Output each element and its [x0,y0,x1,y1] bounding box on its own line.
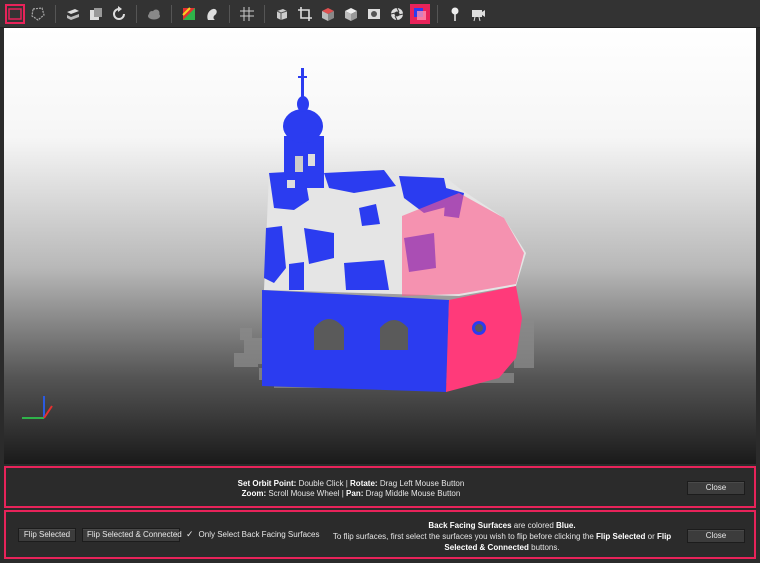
shade-icon[interactable] [341,4,361,24]
front-wall [262,290,449,392]
navigation-hint-panel: Set Orbit Point: Double Click | Rotate: … [4,466,756,508]
toolbar-separator [264,4,265,23]
rotate-icon[interactable] [109,4,129,24]
crop-icon[interactable] [295,4,315,24]
aperture-icon[interactable] [387,4,407,24]
grid-icon[interactable] [237,4,257,24]
toolbar-separator [171,4,172,23]
church-model [22,68,534,419]
toolbar-separator [229,4,230,23]
cube-icon[interactable] [272,4,292,24]
layers-icon[interactable] [63,4,83,24]
spire [301,68,304,98]
back-facing-checkbox[interactable]: ✓ Only Select Back Facing Surfaces [186,529,320,540]
toolbar-separator [437,4,438,23]
toolbar [0,0,760,28]
axis-gizmo [22,396,53,419]
toolbar-separator [55,4,56,23]
lasso-select-icon[interactable] [28,4,48,24]
flip-selected-connected-button[interactable]: Flip Selected & Connected [82,528,182,542]
rect-select-icon[interactable] [5,3,25,24]
flip-normals-icon[interactable] [410,3,430,24]
copy-icon[interactable] [86,4,106,24]
flip-selected-button[interactable]: Flip Selected [18,528,76,542]
navigation-hint: Set Orbit Point: Double Click | Rotate: … [237,479,465,498]
window-left [314,319,344,350]
photo-icon[interactable] [364,4,384,24]
close-hint-button[interactable]: Close [687,481,745,495]
checkmark-icon: ✓ [186,529,194,539]
close-flip-button[interactable]: Close [687,529,745,543]
pin-icon[interactable] [445,4,465,24]
3d-viewport[interactable] [4,28,756,464]
orbit-label: Set Orbit Point: [237,479,297,488]
color-icon[interactable] [179,4,199,24]
texture-icon[interactable] [318,4,338,24]
flip-surfaces-panel: Flip Selected Flip Selected & Connected … [4,510,756,559]
window-right [380,320,408,350]
squirrel-icon[interactable] [202,4,222,24]
camera-icon[interactable] [468,4,488,24]
cloud-icon[interactable] [144,4,164,24]
onion-dome [283,109,323,143]
toolbar-separator [136,4,137,23]
flip-instructions: Back Facing Surfaces are colored Blue. T… [332,521,672,552]
checkbox-label: Only Select Back Facing Surfaces [198,530,320,539]
